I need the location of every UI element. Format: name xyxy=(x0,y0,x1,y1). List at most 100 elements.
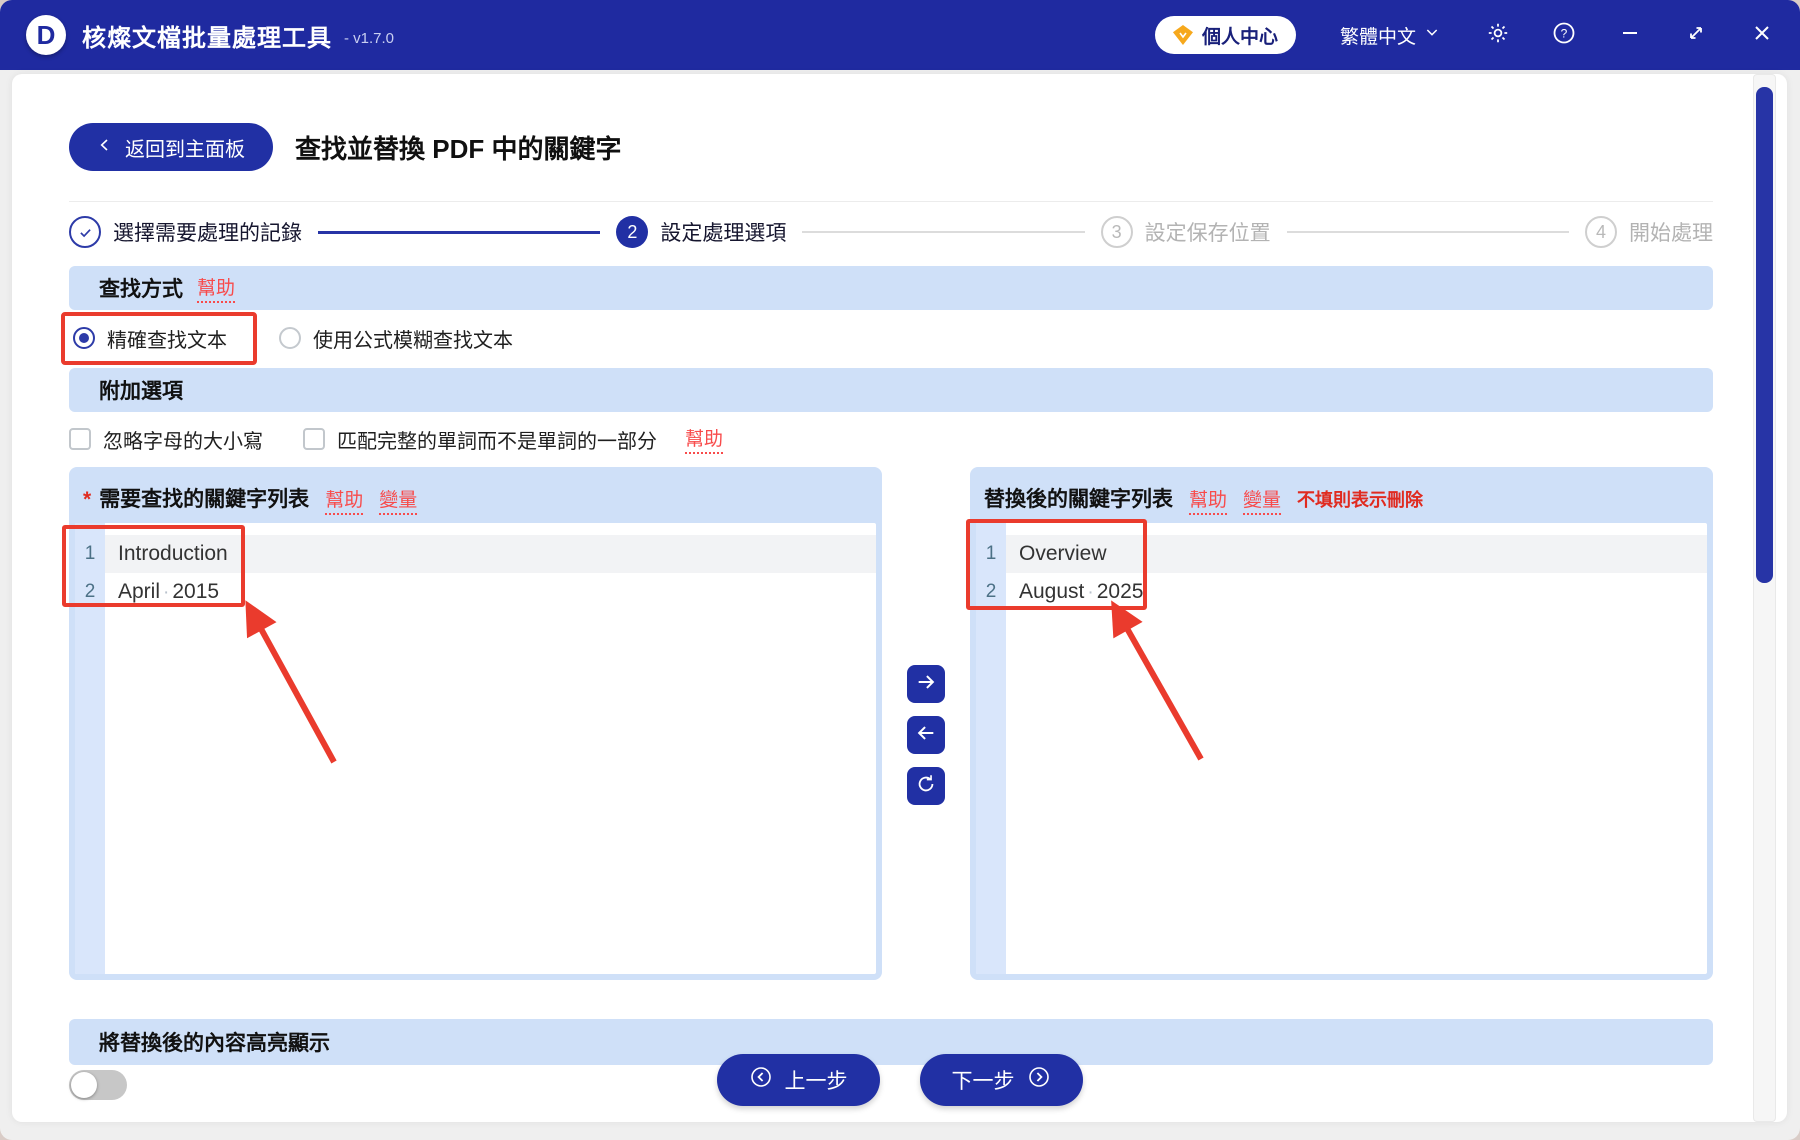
find-panel-help-link[interactable]: 幫助 xyxy=(325,485,364,515)
vertical-scrollbar-track[interactable] xyxy=(1753,74,1776,1122)
step-4-label: 開始處理 xyxy=(1628,222,1713,245)
previous-step-label: 上一步 xyxy=(784,1070,848,1093)
line-number: 2 xyxy=(84,581,96,602)
additional-options-help-link[interactable]: 幫助 xyxy=(685,424,724,454)
replace-keywords-list[interactable]: 1 2 Overview August · 2025 xyxy=(976,523,1707,974)
replace-panel-variable-link[interactable]: 變量 xyxy=(1243,485,1282,515)
vertical-scrollbar-thumb[interactable] xyxy=(1756,87,1773,583)
search-mode-header: 查找方式 幫助 xyxy=(69,266,1713,310)
user-center-button[interactable]: 個人中心 xyxy=(1154,16,1296,54)
help-button[interactable]: ? xyxy=(1552,21,1576,50)
replace-list-rows: Overview August · 2025 xyxy=(1006,523,1707,974)
additional-options-title: 附加選項 xyxy=(99,380,183,403)
language-label: 繁體中文 xyxy=(1339,26,1416,48)
chevron-left-icon xyxy=(97,136,113,159)
move-right-button[interactable] xyxy=(907,665,945,703)
find-panel-variable-link[interactable]: 變量 xyxy=(379,485,418,515)
replace-keywords-panel: 替換後的關鍵字列表 幫助 變量 不填則表示刪除 1 2 Overview Aug… xyxy=(966,467,1713,980)
find-list-item[interactable]: April · 2015 xyxy=(105,573,876,611)
step-connector-done xyxy=(318,230,601,234)
additional-options-header: 附加選項 xyxy=(69,368,1713,412)
circle-chevron-left-icon xyxy=(749,1065,773,1095)
whole-word-checkbox[interactable] xyxy=(303,428,325,450)
toggle-knob xyxy=(71,1072,97,1098)
find-item-text: April xyxy=(118,580,161,603)
step-2: 2 設定處理選項 xyxy=(616,216,786,248)
user-center-label: 個人中心 xyxy=(1201,26,1278,48)
replace-item-text: 2025 xyxy=(1096,580,1144,603)
find-list-gutter: 1 2 xyxy=(75,523,105,974)
additional-options-row: 忽略字母的大小寫 匹配完整的單詞而不是單詞的一部分 幫助 xyxy=(69,424,1713,454)
settings-button[interactable] xyxy=(1486,23,1510,47)
replace-panel-help-link[interactable]: 幫助 xyxy=(1189,485,1228,515)
circle-chevron-right-icon xyxy=(1027,1065,1051,1095)
next-step-label: 下一步 xyxy=(951,1070,1015,1093)
refresh-icon xyxy=(915,773,937,800)
question-icon: ? xyxy=(1552,21,1576,50)
previous-step-button[interactable]: 上一步 xyxy=(716,1054,880,1106)
back-button-label: 返回到主面板 xyxy=(125,138,245,161)
required-asterisk: * xyxy=(83,488,92,511)
language-selector[interactable]: 繁體中文 xyxy=(1340,22,1440,49)
next-step-button[interactable]: 下一步 xyxy=(919,1054,1083,1106)
logo-letter: D xyxy=(36,19,56,50)
keyword-panels: * 需要查找的關鍵字列表 幫助 變量 1 2 Introduction Apri… xyxy=(62,467,1713,980)
maximize-button[interactable] xyxy=(1684,23,1708,47)
arrow-right-icon xyxy=(915,671,937,698)
find-panel-title: 需要查找的關鍵字列表 xyxy=(99,488,310,511)
radio-fuzzy-find-label: 使用公式模糊查找文本 xyxy=(313,329,513,352)
whole-word-group: 匹配完整的單詞而不是單詞的一部分 xyxy=(303,425,657,454)
step-2-label: 設定處理選項 xyxy=(660,222,787,245)
main-card: 返回到主面板 查找並替換 PDF 中的關鍵字 選擇需要處理的記錄 2 設定處理選… xyxy=(12,74,1787,1122)
step-3-number: 3 xyxy=(1100,216,1133,248)
find-item-text: 2015 xyxy=(172,580,220,603)
replace-panel-title: 替換後的關鍵字列表 xyxy=(984,488,1173,511)
find-panel-header: * 需要查找的關鍵字列表 幫助 變量 xyxy=(69,467,882,515)
find-keywords-list[interactable]: 1 2 Introduction April · 2015 xyxy=(75,523,876,974)
step-3: 3 設定保存位置 xyxy=(1100,216,1271,248)
replace-panel-note: 不填則表示刪除 xyxy=(1297,490,1424,510)
whole-word-label: 匹配完整的單詞而不是單詞的一部分 xyxy=(337,430,657,453)
replace-item-text: August xyxy=(1019,580,1085,603)
expand-icon xyxy=(1686,23,1706,48)
transfer-buttons xyxy=(882,467,970,980)
header-row: 返回到主面板 查找並替換 PDF 中的關鍵字 xyxy=(69,123,1713,171)
app-title: 核燦文檔批量處理工具 xyxy=(82,24,332,52)
page-title: 查找並替換 PDF 中的關鍵字 xyxy=(295,133,622,164)
close-icon xyxy=(1752,23,1772,48)
find-list-rows: Introduction April · 2015 xyxy=(105,523,876,974)
step-1: 選擇需要處理的記錄 xyxy=(69,216,302,248)
line-number: 2 xyxy=(985,581,997,602)
highlight-section-title: 將替換後的內容高亮顯示 xyxy=(99,1032,330,1055)
replace-list-item[interactable]: August · 2025 xyxy=(1006,573,1707,611)
move-left-button[interactable] xyxy=(907,716,945,754)
find-item-text: Introduction xyxy=(118,542,228,565)
search-mode-help-link[interactable]: 幫助 xyxy=(197,273,236,303)
chevron-down-icon xyxy=(1424,24,1440,46)
find-list-item[interactable]: Introduction xyxy=(105,535,876,573)
step-3-label: 設定保存位置 xyxy=(1144,222,1271,245)
svg-text:?: ? xyxy=(1561,26,1568,40)
replace-list-item[interactable]: Overview xyxy=(1006,535,1707,573)
space-marker: · xyxy=(163,582,170,603)
replace-panel-header: 替換後的關鍵字列表 幫助 變量 不填則表示刪除 xyxy=(970,467,1713,515)
radio-exact-find[interactable] xyxy=(73,327,95,349)
app-logo: D xyxy=(26,15,66,55)
close-button[interactable] xyxy=(1750,23,1774,47)
space-marker: · xyxy=(1087,582,1094,603)
ignore-case-checkbox[interactable] xyxy=(69,428,91,450)
app-window: D 核燦文檔批量處理工具 - v1.7.0 個人中心 繁體中文 ? 返回到主面板… xyxy=(0,0,1800,1140)
gear-icon xyxy=(1486,21,1510,50)
gem-icon xyxy=(1172,25,1193,45)
highlight-toggle[interactable] xyxy=(69,1070,127,1100)
refresh-button[interactable] xyxy=(907,767,945,805)
replace-list-gutter: 1 2 xyxy=(976,523,1006,974)
search-mode-title: 查找方式 xyxy=(99,278,183,301)
step-4: 4 開始處理 xyxy=(1584,216,1713,248)
radio-fuzzy-find[interactable] xyxy=(279,327,301,349)
back-to-dashboard-button[interactable]: 返回到主面板 xyxy=(69,123,273,171)
radio-exact-find-label: 精確查找文本 xyxy=(107,329,227,352)
step-1-check-icon xyxy=(69,216,101,248)
search-mode-options: 精確查找文本 使用公式模糊查找文本 xyxy=(61,310,1713,366)
minimize-button[interactable] xyxy=(1618,23,1642,47)
